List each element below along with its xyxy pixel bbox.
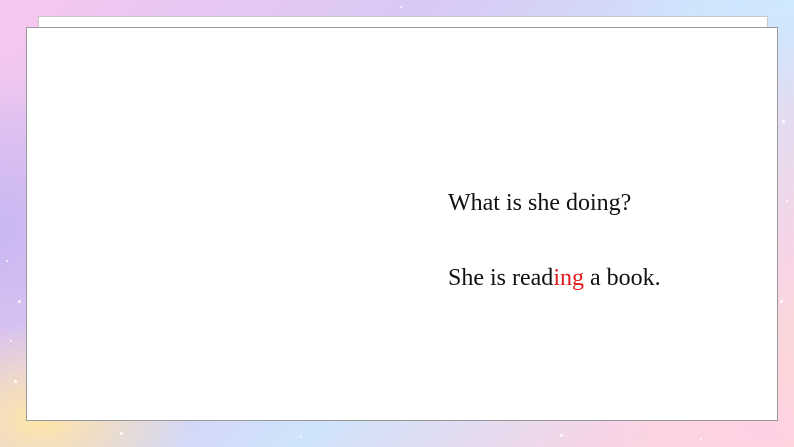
answer-text: She is reading a book.	[448, 263, 661, 293]
sparkle	[700, 438, 702, 440]
sparkle	[782, 120, 785, 123]
sparkle	[18, 300, 21, 303]
sparkle	[780, 300, 783, 303]
sparkle	[14, 380, 17, 383]
sparkle	[300, 436, 302, 438]
sparkle	[400, 6, 402, 8]
answer-text-end: a book.	[583, 265, 661, 291]
answer-text-highlight: ing	[553, 265, 584, 291]
sparkle	[786, 200, 788, 202]
question-text: What is she doing?	[448, 190, 632, 216]
slide-card: What is she doing? She is reading a book…	[26, 27, 778, 421]
sparkle	[10, 340, 12, 342]
sparkle	[120, 432, 123, 435]
sparkle	[6, 260, 8, 262]
sparkle	[560, 434, 563, 437]
answer-text-start: She is read	[448, 265, 554, 291]
